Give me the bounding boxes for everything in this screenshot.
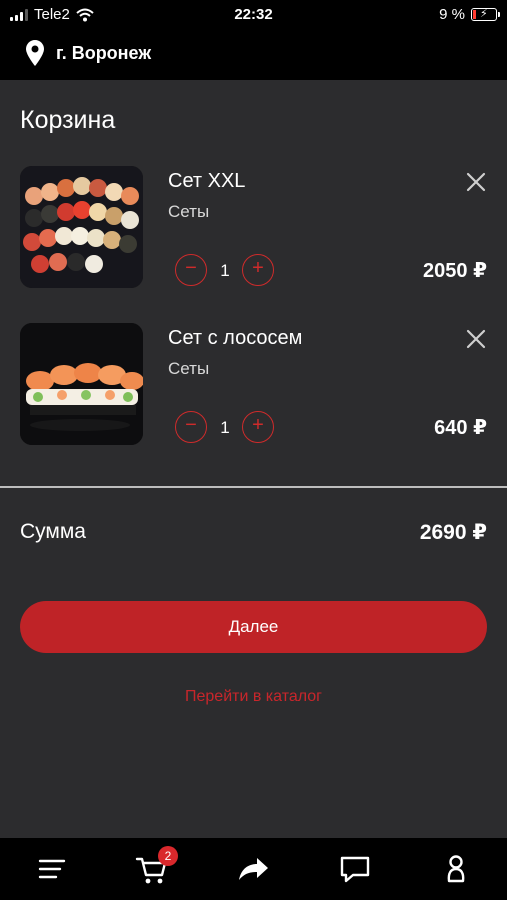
location-bar[interactable]: г. Воронеж [0, 28, 507, 80]
cart-tab[interactable]: 2 [132, 846, 178, 888]
item-price: 2050 ₽ [423, 260, 487, 282]
battery-icon: ⚡ [471, 8, 500, 21]
status-right: 9 % ⚡ [439, 6, 500, 23]
cart-item: Сет XXL Сеты − 1 + 2050 ₽ [0, 166, 507, 290]
increase-quantity-button[interactable]: + [242, 254, 274, 286]
next-button[interactable]: Далее [20, 601, 487, 653]
item-name: Сет с лососем [168, 327, 303, 349]
city-name: г. Воронеж [56, 43, 152, 63]
decrease-quantity-button[interactable]: − [175, 254, 207, 286]
battery-percent: 9 % [439, 6, 465, 23]
menu-icon[interactable] [32, 850, 72, 888]
chat-icon[interactable] [335, 850, 375, 888]
remove-item-button[interactable] [462, 325, 490, 353]
cart-badge: 2 [158, 846, 178, 866]
product-image [20, 166, 143, 288]
total-label: Сумма [20, 520, 86, 543]
item-price: 640 ₽ [434, 417, 487, 439]
cart-screen: Корзина Сет XXL Сеты − 1 + 2050 ₽ Сет с … [0, 80, 507, 838]
item-category: Сеты [168, 202, 210, 221]
divider [0, 486, 507, 488]
quantity-value: 1 [220, 261, 230, 280]
quantity-value: 1 [220, 418, 230, 437]
status-time: 22:32 [234, 6, 273, 23]
profile-icon[interactable] [436, 850, 476, 888]
decrease-quantity-button[interactable]: − [175, 411, 207, 443]
item-category: Сеты [168, 359, 210, 378]
page-title: Корзина [20, 106, 116, 134]
total-value: 2690 ₽ [419, 521, 487, 544]
status-bar: Tele2 22:32 9 % ⚡ [0, 0, 507, 28]
product-image [20, 323, 143, 445]
item-name: Сет XXL [168, 170, 246, 192]
increase-quantity-button[interactable]: + [242, 411, 274, 443]
bottom-tab-bar: 2 [0, 838, 507, 900]
location-pin-icon [26, 40, 44, 66]
cart-item: Сет с лососем Сеты − 1 + 640 ₽ [0, 323, 507, 447]
go-to-catalog-link[interactable]: Перейти в каталог [0, 688, 507, 706]
share-icon[interactable] [233, 850, 273, 888]
remove-item-button[interactable] [462, 168, 490, 196]
